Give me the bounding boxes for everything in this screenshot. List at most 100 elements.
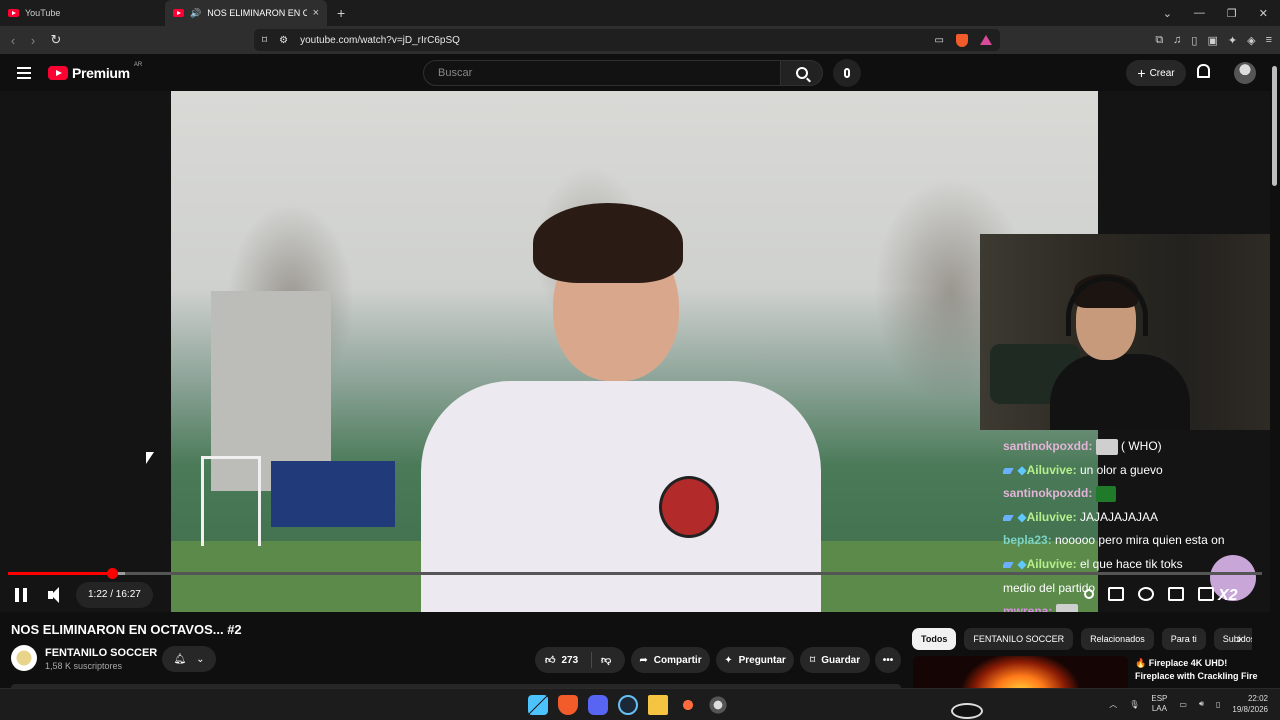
media-icon[interactable]: ♫ — [1173, 34, 1181, 46]
youtube-favicon-icon — [173, 9, 184, 17]
reload-button[interactable]: ↻ — [46, 32, 66, 48]
chat-username: Ailuvive — [1026, 509, 1073, 524]
miniplayer-icon[interactable] — [1168, 587, 1184, 601]
minimize-button[interactable]: — — [1194, 7, 1205, 19]
lang-bottom: LAA — [1151, 704, 1167, 713]
taskbar-clock[interactable]: 22:02 19/8/2026 — [1232, 693, 1268, 715]
tray-mic-icon[interactable]: 🎙︎ — [1129, 700, 1139, 709]
chat-message: santinokpoxdd: — [1003, 482, 1263, 506]
account-avatar[interactable] — [1234, 62, 1256, 84]
filter-chip[interactable]: FENTANILO SOCCER — [964, 628, 1074, 650]
chat-badge-icon — [1003, 467, 1014, 474]
site-info-icon[interactable]: ⚙ — [279, 35, 288, 46]
chat-text: el que hace tik toks — [1076, 556, 1183, 571]
search-button[interactable] — [781, 60, 823, 86]
filter-chip[interactable]: Subidos — [1213, 628, 1252, 650]
video-frame[interactable] — [171, 91, 1098, 612]
close-window-button[interactable]: ✕ — [1259, 7, 1268, 20]
autoplay-toggle-icon[interactable] — [1084, 589, 1094, 599]
browser-tab-bar: YouTube 🔊 NOS ELIMINARON EN OCTAV × + ⌄ … — [0, 0, 1280, 26]
tab-youtube[interactable]: YouTube — [0, 0, 165, 26]
cast-icon[interactable]: ▭ — [935, 35, 944, 46]
brave-shields-icon[interactable] — [956, 33, 968, 47]
ask-label: Preguntar — [738, 654, 786, 666]
extensions-icon[interactable]: ⧉ — [1155, 34, 1163, 47]
chevron-right-icon[interactable]: › — [1237, 630, 1242, 646]
restore-button[interactable]: ❐ — [1227, 7, 1237, 20]
thumbs-down-icon[interactable]: 👎︎ — [601, 654, 611, 666]
chat-username: Ailuvive — [1026, 462, 1073, 477]
player-hair — [533, 203, 683, 283]
chat-emote-icon — [1095, 438, 1118, 455]
app-spark-icon[interactable] — [678, 695, 698, 715]
brave-browser-icon[interactable] — [558, 695, 578, 715]
guide-menu-icon[interactable] — [17, 67, 31, 82]
vpn-icon[interactable]: ◈ — [1247, 34, 1255, 47]
page-scrollbar[interactable] — [1270, 54, 1280, 688]
windows-start-icon[interactable] — [528, 695, 548, 715]
network-icon[interactable]: ▭ — [1179, 700, 1187, 709]
progress-bar[interactable] — [8, 568, 1262, 579]
discord-icon[interactable] — [588, 695, 608, 715]
thumbs-up-icon[interactable]: 👍︎ — [545, 654, 555, 666]
youtube-premium-logo[interactable]: Premium AR — [48, 62, 142, 81]
tab-current-video[interactable]: 🔊 NOS ELIMINARON EN OCTAV × — [165, 0, 327, 26]
subtitles-icon[interactable] — [1108, 587, 1124, 601]
url-text[interactable]: youtube.com/watch?v=jD_rIrC6pSQ — [300, 35, 460, 46]
tab-close-button[interactable]: × — [313, 7, 319, 19]
notifications-bell-icon[interactable] — [1197, 64, 1210, 78]
sidebar-icon[interactable]: ▯ — [1191, 34, 1197, 47]
tab-search-icon[interactable]: ⌄ — [1163, 7, 1172, 20]
player-jersey — [421, 381, 821, 612]
back-button[interactable]: ‹ — [3, 33, 23, 48]
settings-gear-icon[interactable] — [1138, 587, 1154, 601]
filter-chip[interactable]: Todos — [912, 628, 957, 650]
input-language[interactable]: ESP LAA — [1151, 694, 1167, 714]
youtube-favicon-icon — [8, 9, 19, 17]
tray-overflow-chevron-icon[interactable]: ︿ — [1109, 699, 1117, 710]
related-video-title[interactable]: 🔥 Fireplace 4K UHD! Fireplace with Crack… — [1135, 657, 1265, 683]
pause-icon[interactable] — [15, 588, 27, 602]
like-count[interactable]: 273 — [561, 655, 578, 666]
filter-chip[interactable]: Relacionados — [1081, 628, 1154, 650]
video-player[interactable]: santinokpoxdd: ( WHO) ◆Ailuvive: un olor… — [0, 91, 1270, 612]
forward-button[interactable]: › — [23, 33, 43, 48]
search-input[interactable]: Buscar — [423, 60, 781, 86]
voice-search-button[interactable] — [833, 59, 861, 87]
bookmark-icon: ⌑ — [809, 654, 816, 666]
channel-avatar[interactable] — [11, 645, 37, 671]
taskbar-search-icon[interactable] — [951, 703, 983, 719]
video-title: NOS ELIMINARON EN OCTAVOS... #2 — [11, 622, 242, 637]
battery-icon[interactable]: ▯ — [1216, 700, 1220, 709]
save-button[interactable]: ⌑ Guardar — [800, 647, 870, 673]
mouse-cursor-icon — [146, 452, 154, 464]
filter-chip[interactable]: Para ti — [1161, 628, 1206, 650]
app-circle-icon[interactable] — [708, 695, 728, 715]
menu-icon[interactable]: ≡ — [1266, 34, 1272, 46]
volume-icon[interactable] — [48, 587, 66, 603]
progress-played — [8, 572, 113, 575]
leo-ai-icon[interactable]: ✦ — [1228, 34, 1237, 47]
bookmark-icon[interactable]: ⌑ — [262, 35, 267, 46]
brave-rewards-icon[interactable] — [980, 35, 992, 45]
chat-colon: : — [1088, 439, 1093, 453]
steam-icon[interactable] — [618, 695, 638, 715]
related-video-thumbnail[interactable] — [913, 656, 1128, 692]
gem-badge-icon: ◆ — [1017, 509, 1027, 524]
scrollbar-thumb[interactable] — [1272, 66, 1277, 186]
share-button[interactable]: ➦ Compartir — [631, 647, 710, 673]
ask-button[interactable]: ✦ Preguntar — [716, 647, 794, 673]
address-bar[interactable]: ⌑ ⚙ youtube.com/watch?v=jD_rIrC6pSQ ▭ — [254, 29, 1000, 51]
wallet-icon[interactable]: ▣ — [1207, 34, 1217, 47]
subscribed-notifications-button[interactable]: 🔔︎ ⌄ — [162, 646, 216, 672]
speaker-tray-icon[interactable]: 🔊︎ — [1199, 699, 1204, 709]
cast-icon[interactable] — [1198, 587, 1214, 601]
share-arrow-icon: ➦ — [639, 654, 648, 666]
file-explorer-icon[interactable] — [648, 695, 668, 715]
more-actions-button[interactable]: ••• — [875, 647, 901, 673]
progress-scrubber[interactable] — [107, 568, 119, 579]
new-tab-button[interactable]: + — [337, 5, 345, 21]
pitch-banner — [271, 461, 395, 527]
create-button[interactable]: + Crear — [1126, 60, 1186, 86]
channel-name[interactable]: FENTANILO SOCCER — [45, 647, 157, 659]
